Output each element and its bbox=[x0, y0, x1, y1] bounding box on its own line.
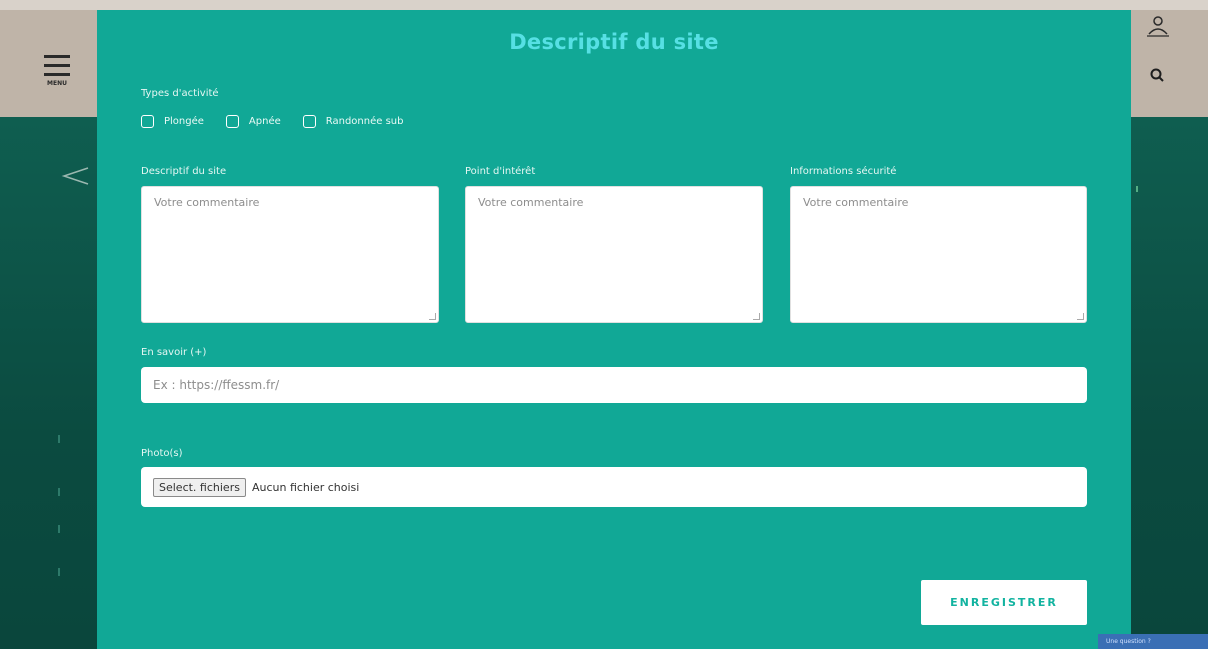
select-files-button[interactable]: Select. fichiers bbox=[153, 477, 246, 497]
interest-label: Point d'intérêt bbox=[465, 166, 536, 177]
file-status: Aucun fichier choisi bbox=[251, 480, 360, 494]
link-input[interactable]: Ex : https://ffessm.fr/ bbox=[141, 367, 1087, 403]
menu-label: MENU bbox=[47, 80, 67, 87]
safety-label: Informations sécurité bbox=[790, 166, 897, 177]
checkbox-apnee[interactable]: Apnée bbox=[225, 115, 281, 128]
resize-handle-icon[interactable] bbox=[753, 313, 760, 320]
interest-textarea[interactable]: Votre commentaire bbox=[465, 186, 763, 323]
hamburger-bar bbox=[44, 64, 70, 67]
hamburger-icon bbox=[44, 55, 70, 58]
checkbox-label: Plongée bbox=[164, 116, 204, 127]
photos-file-input[interactable]: Select. fichiers Aucun fichier choisi bbox=[141, 467, 1087, 507]
save-button[interactable]: ENREGISTRER bbox=[921, 580, 1087, 625]
site-description-modal: Descriptif du site Types d'activité Plon… bbox=[97, 10, 1131, 649]
background-mark bbox=[1136, 186, 1138, 192]
help-tag[interactable]: Une question ? bbox=[1098, 634, 1208, 649]
textarea-placeholder: Votre commentaire bbox=[478, 196, 584, 209]
checkbox-randonnee-sub[interactable]: Randonnée sub bbox=[302, 115, 404, 128]
user-icon[interactable] bbox=[1145, 14, 1171, 38]
resize-handle-icon[interactable] bbox=[1077, 313, 1084, 320]
link-placeholder: Ex : https://ffessm.fr/ bbox=[153, 378, 280, 392]
description-textarea[interactable]: Votre commentaire bbox=[141, 186, 439, 323]
checkbox-icon[interactable] bbox=[225, 115, 239, 128]
safety-textarea[interactable]: Votre commentaire bbox=[790, 186, 1087, 323]
menu-button[interactable]: MENU bbox=[36, 52, 78, 98]
top-strip bbox=[0, 0, 1208, 10]
link-label: En savoir (+) bbox=[141, 347, 207, 358]
checkbox-plongee[interactable]: Plongée bbox=[141, 115, 204, 128]
checkbox-label: Randonnée sub bbox=[325, 116, 404, 127]
modal-title: Descriptif du site bbox=[509, 30, 719, 54]
search-icon[interactable] bbox=[1148, 66, 1166, 84]
hamburger-bar bbox=[44, 73, 70, 76]
checkbox-icon[interactable] bbox=[141, 115, 154, 128]
textarea-placeholder: Votre commentaire bbox=[154, 196, 260, 209]
activity-types-label: Types d'activité bbox=[141, 88, 219, 99]
checkbox-label: Apnée bbox=[248, 116, 281, 127]
resize-handle-icon[interactable] bbox=[429, 313, 436, 320]
activity-checkboxes: Plongée Apnée Randonnée sub bbox=[141, 115, 425, 128]
back-arrow-icon[interactable] bbox=[60, 164, 90, 188]
textarea-placeholder: Votre commentaire bbox=[803, 196, 909, 209]
description-label: Descriptif du site bbox=[141, 166, 227, 177]
photos-label: Photo(s) bbox=[141, 448, 183, 459]
checkbox-icon[interactable] bbox=[302, 115, 316, 128]
